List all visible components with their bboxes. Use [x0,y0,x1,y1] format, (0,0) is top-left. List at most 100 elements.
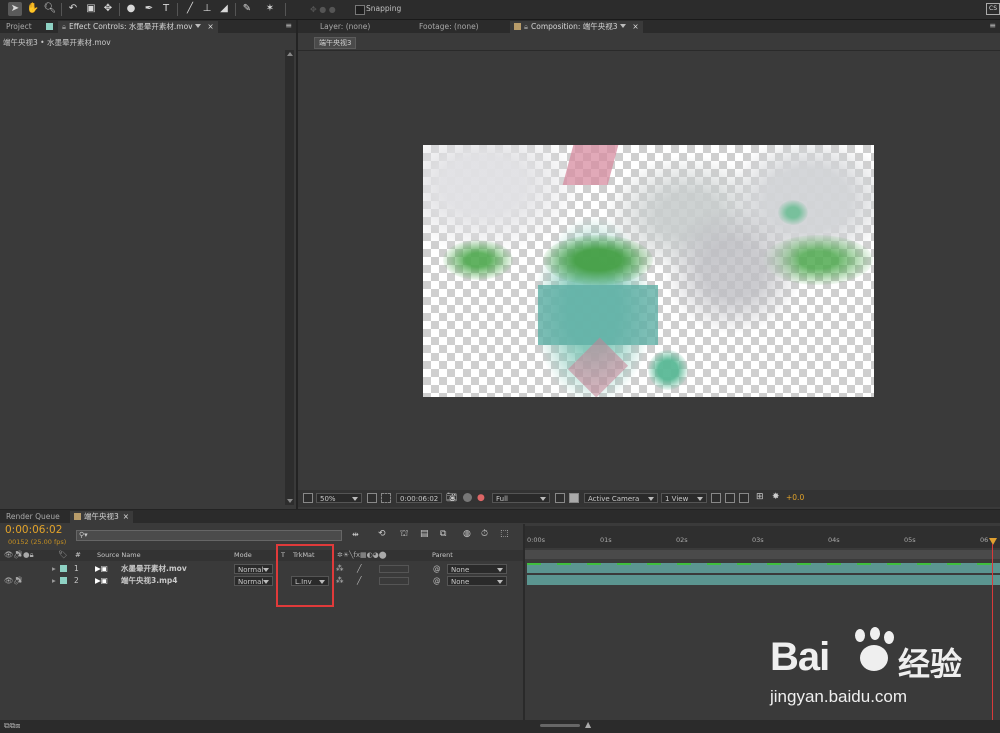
close-icon[interactable]: × [123,512,129,521]
layer-1-duration-bar[interactable] [527,563,1000,573]
tab-dropdown-icon[interactable] [619,24,626,28]
column-parent: Parent [432,551,453,559]
ruler-label: 05s [904,536,916,544]
tab-composition[interactable]: 🔒︎ Composition: 端午央视3 × [510,21,643,33]
camera-tool-icon[interactable]: ▣ [84,2,98,16]
layer-switches[interactable] [379,577,409,585]
show-snapshot-icon[interactable] [463,493,472,502]
pick-whip-icon[interactable]: @ [433,575,441,587]
region-of-interest-icon[interactable] [381,493,391,503]
tab-layer[interactable]: Layer: (none) [316,21,374,33]
mask-tool-icon[interactable]: ● [124,2,138,16]
layer-search-input[interactable]: ⚲▾ [76,530,342,541]
motion-blur-icon[interactable]: ◍ [463,529,471,539]
left-panel-tabbar: Project 🔒︎ Effect Controls: 水墨晕开素材.mov × … [0,20,296,33]
playhead-handle[interactable] [989,538,997,545]
magnification-select[interactable]: 50% [316,493,362,503]
tab-effect-controls[interactable]: 🔒︎ Effect Controls: 水墨晕开素材.mov × [58,21,218,33]
resolution-select[interactable]: Full [492,493,550,503]
quality-switch-icon[interactable]: ╱ [357,563,362,575]
current-time[interactable]: 0:00:06:02 [5,524,62,536]
tab-render-queue[interactable]: Render Queue [2,511,64,523]
view-layout-select[interactable]: 1 View [661,493,707,503]
layer-switches[interactable] [379,565,409,573]
clone-stamp-tool-icon[interactable]: ⊥ [200,2,214,16]
roto-brush-tool-icon[interactable]: ✎ [240,2,254,16]
snapshot-icon[interactable]: 📷︎ [446,493,457,503]
toggle-pixel-aspect-icon[interactable] [711,493,721,503]
video-audio-toggle-icons[interactable]: 👁︎🔊︎ [4,575,23,587]
pick-whip-icon[interactable]: @ [433,563,441,575]
close-icon[interactable]: × [207,22,213,31]
timeline-tabbar: Render Queue 端午央视3 × [0,510,1000,523]
expand-triangle-icon[interactable]: ▸ [52,563,56,575]
timeline-panel: Render Queue 端午央视3 × 0:00:06:02 00152 (25… [0,510,1000,733]
pan-behind-tool-icon[interactable]: ✥ [101,2,115,16]
safe-zones-icon[interactable] [367,493,377,503]
selection-tool-icon[interactable]: ➤ [8,2,22,16]
flowchart-icon[interactable]: ⊞ [756,492,764,502]
layer-2-duration-bar[interactable] [527,575,1000,585]
zoom-slider[interactable] [540,724,580,727]
mode-select[interactable]: Normal [234,576,273,586]
exposure-value[interactable]: +0.0 [786,493,804,502]
panel-options-icon[interactable]: ≡ [989,21,996,30]
workspace-icon[interactable]: CS [986,3,1000,15]
tab-timeline-comp[interactable]: 端午央视3 × [70,511,134,523]
live-update-icon[interactable]: ⟲ [378,529,386,539]
snapping-checkbox[interactable] [355,5,365,15]
shy-switch-icon[interactable]: ⁂ [336,563,344,575]
mode-select[interactable]: Normal [234,564,273,574]
graph-editor-icon[interactable]: ⬚ [500,529,509,539]
draft-3d-icon[interactable]: ⛫ [400,529,408,540]
pen-tool-icon[interactable]: ✒ [142,2,156,16]
timeline-icon[interactable] [739,493,749,503]
column-source-name[interactable]: Source Name [97,549,141,561]
layer-row[interactable]: ▸ 1 ▶︎▣ 水墨晕开素材.mov Normal ⁂ ╱ @ None [0,563,523,575]
footer-toggle-icons[interactable]: ⧉⧉⧇ [4,721,21,731]
fast-preview-icon[interactable] [725,493,735,503]
current-time-display[interactable]: 0:00:06:02 [396,493,442,503]
time-ruler[interactable]: 0:00s 01s 02s 03s 04s 05s 06 [525,526,1000,548]
expand-triangle-icon[interactable]: ▸ [52,575,56,587]
preview-icon[interactable] [303,493,313,503]
tab-dropdown-icon[interactable] [195,24,202,28]
parent-select[interactable]: None [447,564,507,574]
tab-footage[interactable]: Footage: (none) [415,21,483,33]
puppet-pin-tool-icon[interactable]: ✶ [263,2,277,16]
hide-shy-icon[interactable]: ▤ [420,529,429,539]
camera-select[interactable]: Active Camera [584,493,658,503]
brainstorm-icon[interactable]: ⏱ [481,529,488,539]
fast-previews-icon[interactable] [555,493,565,503]
shy-switch-icon[interactable]: ⁂ [336,575,344,587]
quality-switch-icon[interactable]: ╱ [357,575,362,587]
layer-name[interactable]: 水墨晕开素材.mov [121,563,187,575]
lock-icon[interactable]: 🔒︎ [62,22,66,31]
comp-mini-flowchart-icon[interactable]: ⇹ [352,530,359,539]
label-swatch[interactable] [60,565,67,572]
brush-tool-icon[interactable]: ╱ [183,2,197,16]
panel-options-icon[interactable]: ≡ [285,21,292,30]
rotate-tool-icon[interactable]: ↶ [66,2,80,16]
channel-icon[interactable]: ● [477,493,485,503]
layer-row[interactable]: 👁︎🔊︎ ▸ 2 ▶︎▣ 端午央视3.mp4 Normal L.Inv ⁂ ╱ … [0,575,523,587]
lock-icon[interactable]: 🔒︎ [524,22,528,31]
composition-canvas[interactable] [423,145,874,397]
work-area-bar[interactable] [525,550,1000,559]
label-swatch[interactable] [60,577,67,584]
layer-name[interactable]: 端午央视3.mp4 [121,575,177,587]
type-tool-icon[interactable]: T [159,2,173,16]
hand-tool-icon[interactable]: ✋ [26,2,40,16]
zoom-tool-icon[interactable]: 🔍︎ [43,2,57,16]
panel-menu-icon[interactable] [44,21,54,33]
eraser-tool-icon[interactable]: ◢ [217,2,231,16]
scrollbar[interactable] [285,50,294,505]
transparency-grid-icon[interactable] [569,493,579,503]
tab-project[interactable]: Project [2,21,36,33]
frame-blending-icon[interactable]: ⧉ [440,529,446,539]
zoom-in-icon[interactable]: ▲ [585,720,591,729]
comp-navigator-chip[interactable]: 端午央视3 [314,37,357,49]
parent-select[interactable]: None [447,576,507,586]
exposure-icon[interactable]: ✸ [772,492,780,502]
close-icon[interactable]: × [632,22,638,31]
